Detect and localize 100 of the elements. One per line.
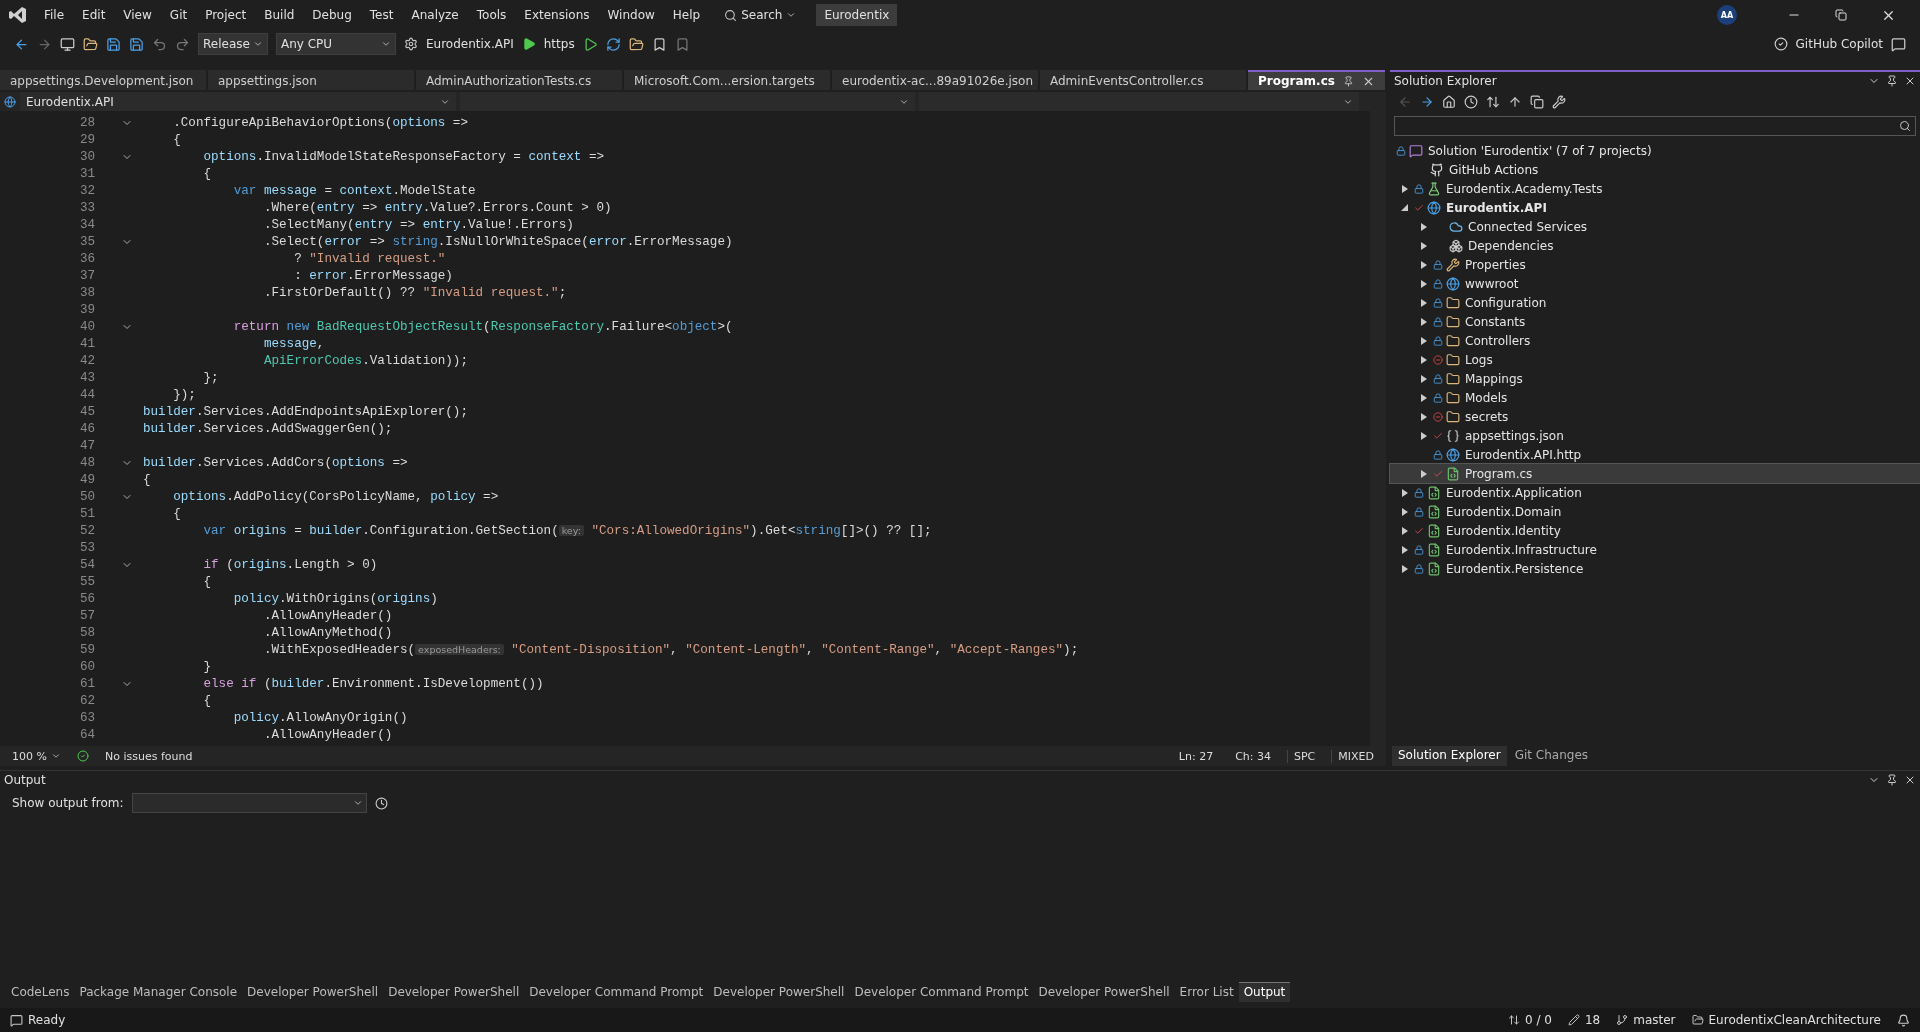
menu-item[interactable]: Help — [664, 5, 709, 25]
expander-icon[interactable] — [1420, 260, 1427, 269]
home-icon[interactable] — [1442, 95, 1456, 109]
panel-tab[interactable]: Output — [1238, 982, 1291, 1002]
tree-item[interactable]: Eurodentix.Identity — [1390, 521, 1920, 540]
panel-tab[interactable]: Package Manager Console — [74, 982, 243, 1002]
save-all-icon[interactable] — [129, 36, 144, 52]
pin-icon[interactable] — [1886, 774, 1898, 786]
repository-indicator[interactable]: EurodentixCleanArchitecture — [1708, 1013, 1881, 1027]
tree-item[interactable]: GitHub Actions — [1390, 160, 1920, 179]
pin-icon[interactable] — [1342, 75, 1354, 87]
menu-item[interactable]: View — [115, 5, 160, 25]
panel-tab[interactable]: CodeLens — [6, 982, 75, 1002]
menu-item[interactable]: Git — [161, 5, 196, 25]
expander-icon[interactable] — [1401, 488, 1408, 497]
forward-icon[interactable] — [1420, 95, 1434, 109]
file-tab[interactable]: Microsoft.Com...ersion.targets — [624, 70, 830, 90]
panel-tab[interactable]: Developer PowerShell — [708, 982, 850, 1002]
bell-icon[interactable] — [1897, 1013, 1910, 1027]
tree-item[interactable]: Eurodentix.Persistence — [1390, 559, 1920, 578]
platform-dropdown[interactable]: Any CPU — [276, 33, 396, 55]
errors-indicator[interactable]: 0 / 0 — [1524, 1013, 1552, 1027]
menu-item[interactable]: Analyze — [403, 5, 467, 25]
search-button[interactable]: Search — [716, 5, 805, 25]
file-tab[interactable]: appsettings.Development.json — [0, 70, 206, 90]
tree-item[interactable]: Eurodentix.Application — [1390, 483, 1920, 502]
menu-item[interactable]: File — [36, 5, 73, 25]
run-button[interactable]: https — [543, 37, 575, 51]
expander-icon[interactable] — [1401, 545, 1408, 554]
save-icon[interactable] — [106, 36, 121, 52]
wrench-icon[interactable] — [1552, 95, 1566, 109]
panel-tab[interactable]: Solution Explorer — [1392, 746, 1507, 766]
menu-item[interactable]: Tools — [468, 5, 515, 25]
expander-icon[interactable] — [1420, 431, 1427, 440]
tree-item[interactable]: Solution 'Eurodentix' (7 of 7 projects) — [1390, 141, 1920, 160]
expander-icon[interactable] — [1420, 374, 1427, 383]
expander-icon[interactable] — [1420, 298, 1427, 307]
tree-item[interactable]: Program.cs — [1390, 464, 1920, 483]
expander-icon[interactable] — [1420, 469, 1427, 478]
tree-item[interactable]: wwwroot — [1390, 274, 1920, 293]
panel-tab[interactable]: Developer PowerShell — [242, 982, 384, 1002]
history-icon[interactable] — [1464, 95, 1478, 109]
forward-icon[interactable] — [37, 36, 52, 52]
file-tab[interactable]: appsettings.json — [208, 70, 414, 90]
panel-tab[interactable]: Developer PowerShell — [1033, 982, 1175, 1002]
expander-icon[interactable] — [1420, 393, 1427, 402]
line-indicator[interactable]: Ln: 27 — [1172, 749, 1220, 763]
expander-icon[interactable] — [1401, 184, 1408, 193]
panel-tab[interactable]: Error List — [1174, 982, 1239, 1002]
tree-item[interactable]: Connected Services — [1390, 217, 1920, 236]
expander-icon[interactable] — [1401, 507, 1408, 516]
panel-tab[interactable]: Developer Command Prompt — [849, 982, 1034, 1002]
tree-item[interactable]: Models — [1390, 388, 1920, 407]
menu-item[interactable]: Edit — [74, 5, 114, 25]
expander-icon[interactable] — [1420, 279, 1427, 288]
clock-icon[interactable] — [374, 796, 388, 810]
tree-item[interactable]: Configuration — [1390, 293, 1920, 312]
startup-project-dropdown[interactable]: Eurodentix.API — [426, 37, 514, 51]
panel-tab[interactable]: Developer PowerShell — [383, 982, 525, 1002]
refresh-icon[interactable] — [605, 36, 621, 52]
configuration-dropdown[interactable]: Release — [198, 33, 268, 55]
restore-icon[interactable] — [1835, 9, 1847, 21]
menu-item[interactable]: Build — [256, 5, 303, 25]
open-folder-icon[interactable] — [83, 36, 98, 52]
tree-item[interactable]: Logs — [1390, 350, 1920, 369]
tree-item[interactable]: appsettings.json — [1390, 426, 1920, 445]
expander-icon[interactable] — [1420, 222, 1427, 231]
tree-item[interactable]: Properties — [1390, 255, 1920, 274]
tree-item[interactable]: Eurodentix.Academy.Tests — [1390, 179, 1920, 198]
file-tab[interactable]: AdminAuthorizationTests.cs — [416, 70, 622, 90]
panel-tab[interactable]: Git Changes — [1508, 746, 1595, 766]
back-icon[interactable] — [14, 36, 29, 52]
expander-icon[interactable] — [1401, 526, 1408, 535]
feedback-icon[interactable] — [1891, 36, 1906, 52]
whitespace-indicator[interactable]: SPC — [1287, 749, 1322, 763]
tree-item[interactable]: secrets — [1390, 407, 1920, 426]
pin-icon[interactable] — [1886, 75, 1898, 87]
panel-tab[interactable]: Developer Command Prompt — [524, 982, 709, 1002]
tree-item[interactable]: Eurodentix.API — [1390, 198, 1920, 217]
folder-icon[interactable] — [628, 36, 644, 52]
expander-icon[interactable] — [1420, 355, 1427, 364]
close-icon[interactable] — [1904, 774, 1916, 786]
menu-item[interactable]: Project — [197, 5, 255, 25]
menu-item[interactable]: Test — [361, 5, 402, 25]
tree-item[interactable]: Eurodentix.Domain — [1390, 502, 1920, 521]
branch-indicator[interactable]: master — [1633, 1013, 1676, 1027]
tree-item[interactable]: Eurodentix.Infrastructure — [1390, 540, 1920, 559]
edits-indicator[interactable]: 18 — [1584, 1013, 1601, 1027]
file-tab[interactable]: eurodentix-ac...89a91026e.json — [832, 70, 1038, 90]
avatar[interactable]: AA — [1717, 5, 1737, 25]
undo-icon[interactable] — [152, 36, 167, 52]
zoom-dropdown[interactable]: 100 % — [6, 749, 67, 763]
expander-icon[interactable] — [1420, 336, 1427, 345]
menu-item[interactable]: Window — [599, 5, 663, 25]
menu-item[interactable]: Debug — [304, 5, 360, 25]
expander-icon[interactable] — [1420, 317, 1427, 326]
copilot-button[interactable]: GitHub Copilot — [1795, 37, 1883, 51]
issues-indicator[interactable]: No issues found — [98, 749, 199, 763]
tree-item[interactable]: Mappings — [1390, 369, 1920, 388]
tree-item[interactable]: Controllers — [1390, 331, 1920, 350]
